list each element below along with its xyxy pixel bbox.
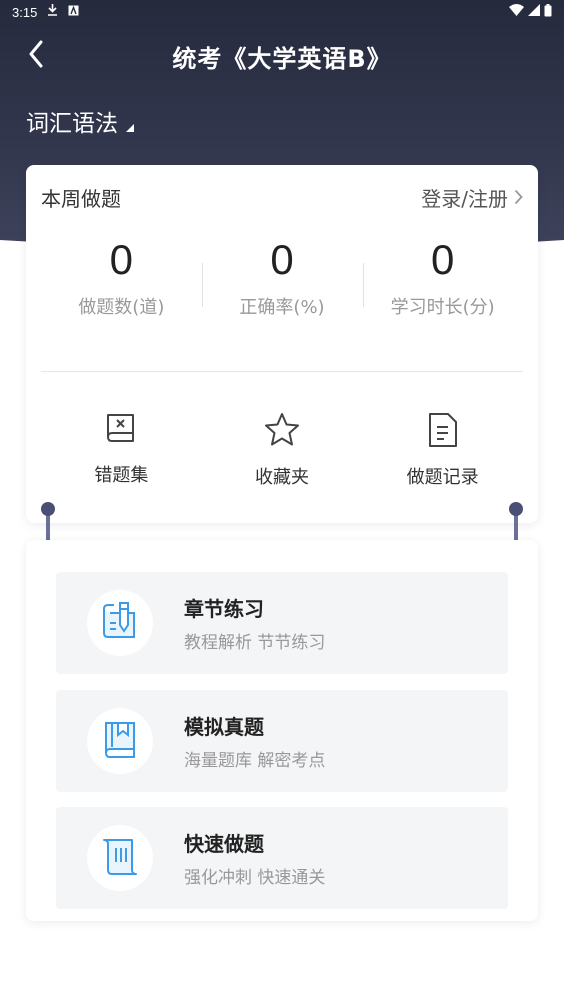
page-title: 统考《大学英语B》: [172, 44, 392, 73]
tool-label: 收藏夹: [255, 467, 309, 488]
scroll-icon: [98, 834, 142, 882]
stat-label: 做题数(道): [78, 297, 165, 319]
wrong-book-icon: [103, 411, 139, 451]
status-time: 3:15: [12, 4, 38, 20]
practice-desc: 海量题库 解密考点: [184, 751, 326, 771]
practice-icon-wrap: [87, 708, 153, 774]
status-bar: 3:15: [0, 0, 564, 24]
tool-history[interactable]: 做题记录: [362, 411, 523, 489]
subject-selector[interactable]: 词汇语法: [26, 104, 134, 138]
practice-title: 章节练习: [184, 597, 264, 621]
login-register-link[interactable]: 登录/注册: [421, 183, 523, 212]
stat-value: 0: [270, 236, 294, 283]
tool-label: 错题集: [94, 465, 149, 486]
tool-label: 做题记录: [406, 467, 479, 488]
caret-down-icon: [126, 124, 134, 132]
bookmark-book-icon: [98, 717, 142, 765]
stats-row: 0 做题数(道) 0 正确率(%) 0 学习时长(分): [41, 235, 523, 345]
stat-value: 0: [109, 236, 134, 283]
tools-row: 错题集 收藏夹 做题记录: [41, 411, 523, 489]
practice-desc: 强化冲刺 快速通关: [184, 868, 326, 888]
stat-value: 0: [431, 236, 455, 283]
stat-label: 正确率(%): [239, 297, 325, 319]
stat-divider: [202, 263, 203, 307]
practice-card: 章节练习 教程解析 节节练习 模拟真题 海量题库 解密考点 快速做题 强化冲刺 …: [26, 540, 538, 921]
week-label: 本周做题: [41, 187, 121, 211]
practice-icon-wrap: [87, 590, 153, 656]
binder-dot: [41, 502, 55, 516]
practice-title: 模拟真题: [184, 715, 264, 739]
tool-favorites[interactable]: 收藏夹: [202, 411, 363, 489]
pen-book-icon: [98, 599, 142, 647]
stat-accuracy: 0 正确率(%): [202, 235, 363, 345]
stat-study-time: 0 学习时长(分): [362, 235, 523, 345]
stat-divider: [363, 263, 364, 307]
document-icon: [426, 411, 460, 453]
signal-icon: [528, 4, 540, 20]
practice-desc: 教程解析 节节练习: [184, 633, 326, 653]
stat-label: 学习时长(分): [390, 297, 495, 319]
practice-item-quick-practice[interactable]: 快速做题 强化冲刺 快速通关: [56, 807, 508, 909]
practice-icon-wrap: [87, 825, 153, 891]
notification-a-icon: [68, 5, 79, 20]
divider: [41, 371, 523, 372]
back-button[interactable]: [18, 38, 54, 74]
tool-wrong-questions[interactable]: 错题集: [41, 411, 202, 489]
login-label: 登录/注册: [421, 187, 508, 211]
practice-item-chapter[interactable]: 章节练习 教程解析 节节练习: [56, 572, 508, 674]
weekly-stats-card: 本周做题 登录/注册 0 做题数(道) 0 正确率(%) 0 学习时长(分) 错…: [26, 165, 538, 523]
chevron-left-icon: [28, 40, 44, 72]
stat-questions-count: 0 做题数(道): [41, 235, 202, 345]
download-icon: [47, 4, 58, 20]
practice-item-mock-exam[interactable]: 模拟真题 海量题库 解密考点: [56, 690, 508, 792]
star-icon: [263, 411, 301, 453]
wifi-icon: [509, 4, 524, 20]
battery-icon: [544, 3, 552, 21]
nav-bar: 统考《大学英语B》: [0, 30, 564, 82]
binder-dot: [509, 502, 523, 516]
subject-label: 词汇语法: [26, 111, 118, 137]
practice-title: 快速做题: [184, 832, 264, 856]
chevron-right-icon: [514, 186, 523, 210]
